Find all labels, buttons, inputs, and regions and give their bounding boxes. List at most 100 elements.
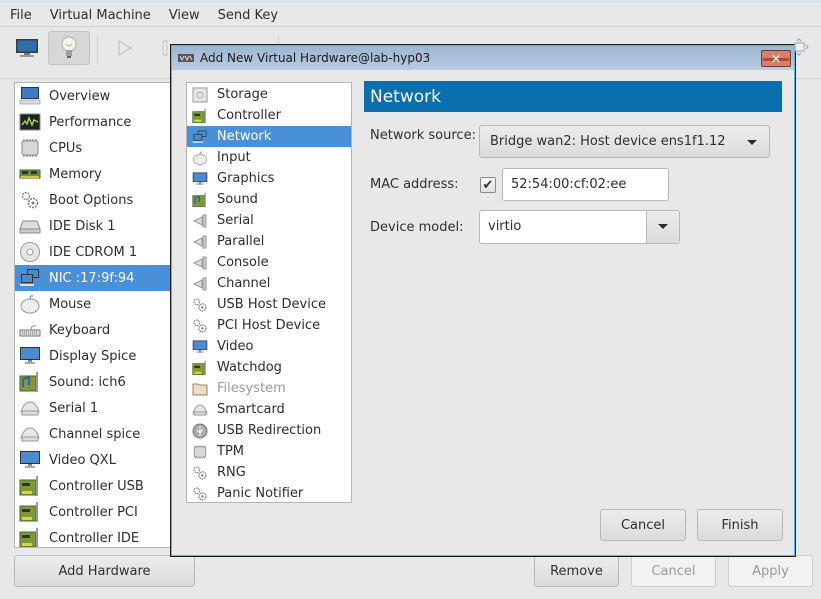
port-icon — [191, 212, 208, 229]
device-type-item[interactable]: Sound — [187, 189, 351, 210]
device-type-item[interactable]: Panic Notifier — [187, 483, 351, 504]
device-type-label: Smartcard — [217, 402, 285, 417]
display-monitor-icon — [191, 170, 208, 187]
hardware-list-item[interactable]: Overview — [15, 83, 170, 109]
hardware-list-item[interactable]: NIC :17:9f:94 — [15, 265, 170, 291]
console-button[interactable] — [6, 31, 48, 65]
hardware-list-item[interactable]: Performance — [15, 109, 170, 135]
device-model-combo[interactable]: virtio — [479, 210, 680, 244]
sound-card-icon — [191, 191, 208, 208]
device-type-label: Storage — [217, 87, 268, 102]
controller-card-icon — [19, 501, 41, 523]
hardware-list-item[interactable]: Display Spice — [15, 343, 170, 369]
add-hardware-button[interactable]: Add Hardware — [14, 555, 195, 587]
device-type-item[interactable]: Serial — [187, 210, 351, 231]
device-type-label: USB Redirection — [217, 423, 322, 438]
hardware-list-item[interactable]: Boot Options — [15, 187, 170, 213]
hardware-list-item-label: Performance — [49, 114, 132, 130]
play-icon — [118, 39, 133, 57]
device-type-label: Network — [217, 129, 272, 144]
device-type-label: Channel — [217, 276, 271, 291]
hardware-list-item-label: Boot Options — [49, 192, 134, 208]
device-type-item[interactable]: Channel — [187, 273, 351, 294]
port-icon — [191, 233, 208, 250]
menubar-divider — [0, 26, 821, 27]
hardware-list-item-label: Channel spice — [49, 426, 141, 442]
device-type-label: Console — [217, 255, 269, 270]
menu-send-key[interactable]: Send Key — [212, 8, 284, 23]
device-model-label: Device model: — [370, 220, 464, 235]
device-type-list[interactable]: Storage Controller Network Input Graphics Sou… — [186, 82, 352, 503]
hardware-list-item[interactable]: Mouse — [15, 291, 170, 317]
apply-button[interactable]: Apply — [728, 555, 813, 587]
menu-virtual-machine[interactable]: Virtual Machine — [44, 8, 157, 23]
mac-address-checkbox[interactable]: ✔ — [480, 177, 496, 193]
finish-button[interactable]: Finish — [697, 509, 783, 541]
network-icon — [19, 267, 41, 289]
device-type-item[interactable]: Graphics — [187, 168, 351, 189]
device-type-label: Video — [217, 339, 254, 354]
device-type-item[interactable]: Video — [187, 336, 351, 357]
hardware-list-item[interactable]: Controller IDE — [15, 525, 170, 547]
device-type-item[interactable]: Watchdog — [187, 357, 351, 378]
menu-view[interactable]: View — [163, 8, 206, 23]
hardware-list-item[interactable]: Video QXL — [15, 447, 170, 473]
memory-module-icon — [19, 163, 41, 185]
add-hardware-dialog: Add New Virtual Hardware@lab-hyp03 ✕ Sto… — [170, 44, 796, 557]
gears-icon — [191, 485, 208, 502]
hardware-list-item[interactable]: Sound: ich6 — [15, 369, 170, 395]
hardware-list-item-label: Controller IDE — [49, 530, 140, 546]
mac-address-label: MAC address: — [370, 177, 459, 192]
display-monitor-icon — [19, 449, 41, 471]
port-icon — [191, 275, 208, 292]
device-type-item[interactable]: Input — [187, 147, 351, 168]
device-type-label: RNG — [217, 465, 246, 480]
hardware-list-item[interactable]: IDE CDROM 1 — [15, 239, 170, 265]
device-type-label: Sound — [217, 192, 258, 207]
device-type-item[interactable]: Controller — [187, 105, 351, 126]
device-type-item[interactable]: USB Redirection — [187, 420, 351, 441]
dialog-cancel-button[interactable]: Cancel — [600, 509, 686, 541]
hardware-list[interactable]: Overview Performance CPUs Memory Boot Option… — [14, 82, 171, 548]
remove-button[interactable]: Remove — [534, 555, 619, 587]
hardware-list-item-label: Display Spice — [49, 348, 137, 364]
dialog-close-button[interactable]: ✕ — [761, 50, 791, 67]
hardware-list-item[interactable]: Controller PCI — [15, 499, 170, 525]
device-type-item[interactable]: Network — [187, 126, 351, 147]
mac-address-input[interactable]: 52:54:00:cf:02:ee — [502, 168, 669, 201]
run-button[interactable] — [104, 31, 146, 65]
device-type-label: Watchdog — [217, 360, 282, 375]
resize-handle-icon[interactable] — [792, 38, 810, 56]
hardware-list-item-label: NIC :17:9f:94 — [49, 270, 135, 286]
device-type-item[interactable]: Smartcard — [187, 399, 351, 420]
hardware-list-item[interactable]: IDE Disk 1 — [15, 213, 170, 239]
cancel-button[interactable]: Cancel — [631, 555, 716, 587]
device-type-item[interactable]: USB Host Device — [187, 294, 351, 315]
display-monitor-icon — [19, 345, 41, 367]
hardware-list-item[interactable]: Serial 1 — [15, 395, 170, 421]
sound-card-icon — [19, 371, 41, 393]
network-icon — [191, 128, 208, 145]
controller-card-icon — [191, 107, 208, 124]
close-icon: ✕ — [770, 51, 782, 66]
device-type-item[interactable]: Console — [187, 252, 351, 273]
device-type-item[interactable]: RNG — [187, 462, 351, 483]
gears-icon — [191, 317, 208, 334]
lightbulb-icon — [61, 36, 77, 58]
device-type-label: TPM — [217, 444, 244, 459]
dialog-titlebar[interactable]: Add New Virtual Hardware@lab-hyp03 ✕ — [172, 46, 794, 70]
menu-file[interactable]: File — [4, 8, 38, 23]
gears-icon — [191, 464, 208, 481]
device-model-dropdown-button[interactable] — [646, 211, 679, 243]
device-type-item[interactable]: Parallel — [187, 231, 351, 252]
hardware-list-item[interactable]: CPUs — [15, 135, 170, 161]
device-type-item[interactable]: Storage — [187, 84, 351, 105]
hardware-list-item[interactable]: Channel spice — [15, 421, 170, 447]
hardware-list-item[interactable]: Controller USB — [15, 473, 170, 499]
hardware-list-item[interactable]: Keyboard — [15, 317, 170, 343]
details-button[interactable] — [48, 31, 90, 65]
device-type-item[interactable]: TPM — [187, 441, 351, 462]
device-type-item[interactable]: PCI Host Device — [187, 315, 351, 336]
network-source-dropdown[interactable]: Bridge wan2: Host device ens1f1.12 — [479, 125, 770, 158]
hardware-list-item[interactable]: Memory — [15, 161, 170, 187]
